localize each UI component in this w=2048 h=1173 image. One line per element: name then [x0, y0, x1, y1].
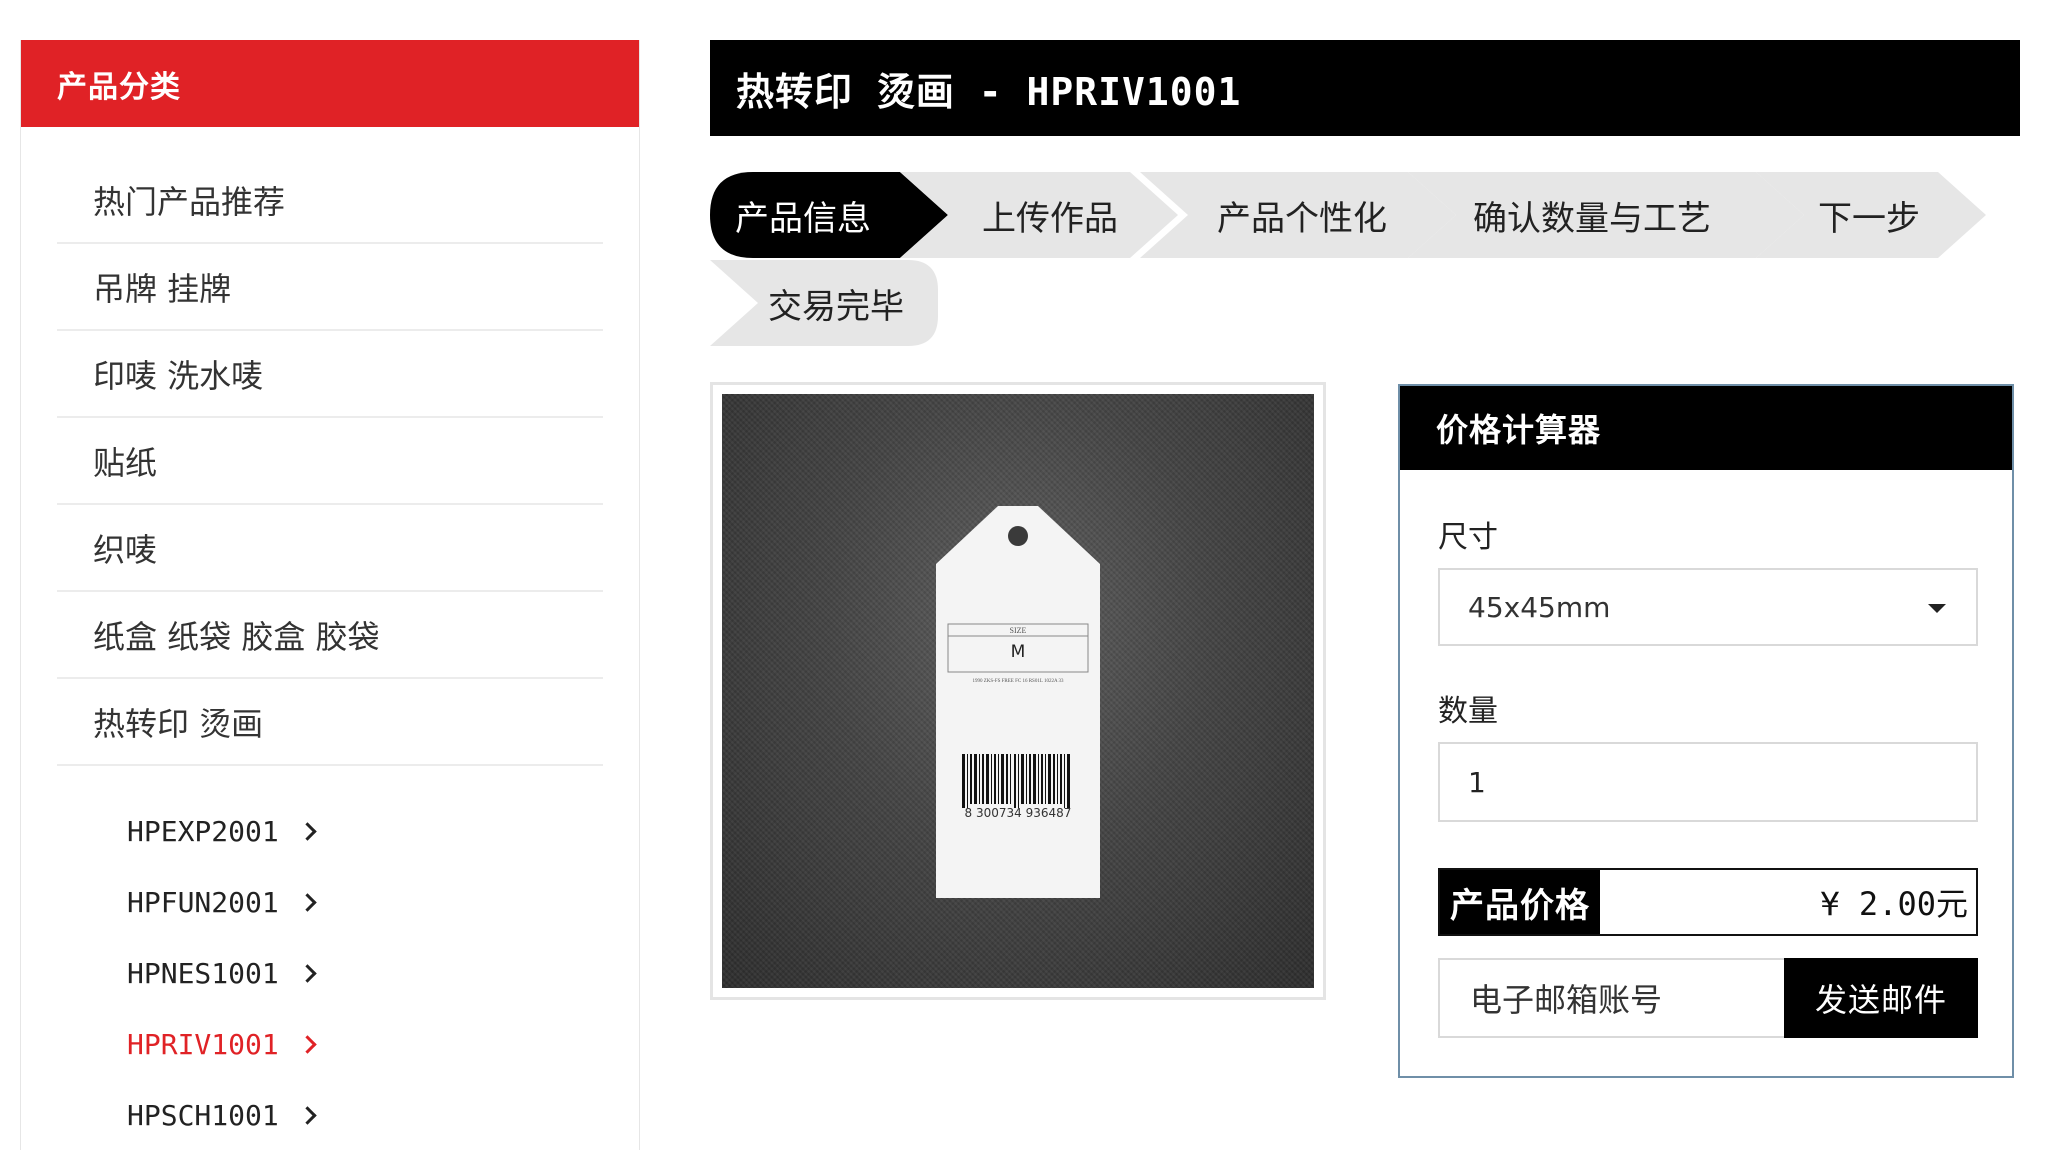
quantity-label: 数量 — [1438, 694, 1498, 729]
category-list: 热门产品推荐 吊牌 挂牌 印唛 洗水唛 贴纸 织唛 纸盒 纸袋 胶盒 胶袋 热转… — [21, 157, 639, 766]
quantity-input[interactable]: 1 — [1438, 742, 1978, 822]
barcode-number: 8 300734 936487 — [964, 806, 1072, 820]
step-label: 下一步 — [1818, 198, 1920, 239]
step-upload[interactable]: 上传作品 — [900, 172, 1178, 258]
price-value: ¥ 2.00元 — [1820, 885, 1968, 923]
step-confirm-quantity[interactable]: 确认数量与工艺 — [1408, 172, 1804, 258]
email-row: 电子邮箱账号 发送邮件 — [1438, 958, 1978, 1038]
chevron-right-icon — [298, 964, 317, 983]
step-label: 产品个性化 — [1217, 198, 1387, 239]
subcategory-label: HPRIV1001 — [127, 1028, 279, 1061]
chevron-right-icon — [298, 822, 317, 841]
step-label: 产品信息 — [735, 198, 871, 239]
price-display: 产品价格 ¥ 2.00元 — [1438, 868, 1978, 936]
category-item-hot[interactable]: 热门产品推荐 — [57, 157, 603, 244]
subcategory-item-active[interactable]: HPRIV1001 — [21, 1009, 639, 1080]
size-label: 尺寸 — [1438, 520, 1498, 555]
category-item-stickers[interactable]: 贴纸 — [57, 418, 603, 505]
subcategory-item[interactable]: HPNES1001 — [21, 938, 639, 1009]
page-title: 热转印 烫画 - HPRIV1001 — [710, 40, 2020, 136]
category-item-woven[interactable]: 织唛 — [57, 505, 603, 592]
step-next[interactable]: 下一步 — [1756, 172, 1986, 258]
size-select[interactable]: 45x45mm — [1438, 568, 1978, 646]
chevron-right-icon — [298, 893, 317, 912]
sidebar-title: 产品分类 — [21, 40, 639, 127]
category-item-heat-transfer[interactable]: 热转印 烫画 — [57, 679, 603, 766]
product-image-frame: SIZE M 1990 ZKS-FS FREE FC 16 RS01L 1022… — [710, 382, 1326, 1000]
subcategory-label: HPSCH1001 — [127, 1099, 279, 1132]
hang-tag-illustration: SIZE M 1990 ZKS-FS FREE FC 16 RS01L 1022… — [936, 506, 1100, 898]
step-complete[interactable]: 交易完毕 — [710, 260, 938, 346]
email-placeholder: 电子邮箱账号 — [1470, 981, 1663, 1019]
step-label: 上传作品 — [982, 198, 1118, 239]
subcategory-label: HPFUN2001 — [127, 886, 279, 919]
order-steps: 产品信息 上传作品 产品个性化 确认数量与工艺 下一步 交易完毕 — [710, 172, 2020, 348]
subcategory-item[interactable]: HPSCH1001 — [21, 1080, 639, 1151]
category-sidebar: 产品分类 热门产品推荐 吊牌 挂牌 印唛 洗水唛 贴纸 织唛 纸盒 纸袋 胶盒 … — [20, 40, 640, 1150]
step-label: 确认数量与工艺 — [1473, 198, 1711, 239]
tag-size-value: M — [1010, 642, 1026, 662]
product-photo: SIZE M 1990 ZKS-FS FREE FC 16 RS01L 1022… — [722, 394, 1314, 988]
subcategory-item[interactable]: HPEXP2001 — [21, 796, 639, 867]
calculator-title: 价格计算器 — [1400, 386, 2012, 470]
subcategory-list: HPEXP2001 HPFUN2001 HPNES1001 HPRIV1001 … — [21, 796, 639, 1151]
subcategory-label: HPEXP2001 — [127, 815, 279, 848]
price-label: 产品价格 — [1440, 870, 1600, 934]
subcategory-item[interactable]: HPFUN2001 — [21, 867, 639, 938]
chevron-down-icon — [1928, 604, 1946, 613]
tag-size-label: SIZE — [1009, 626, 1027, 635]
price-calculator: 价格计算器 尺寸 45x45mm 数量 1 产品价格 ¥ 2.00元 电子邮箱账… — [1398, 384, 2014, 1078]
subcategory-label: HPNES1001 — [127, 957, 279, 990]
category-item-hangtags[interactable]: 吊牌 挂牌 — [57, 244, 603, 331]
category-item-packaging[interactable]: 纸盒 纸袋 胶盒 胶袋 — [57, 592, 603, 679]
chevron-right-icon — [298, 1106, 317, 1125]
size-select-value: 45x45mm — [1468, 590, 1611, 624]
send-email-button[interactable]: 发送邮件 — [1784, 958, 1978, 1038]
email-input[interactable]: 电子邮箱账号 — [1438, 958, 1784, 1038]
chevron-right-icon — [298, 1035, 317, 1054]
step-label: 交易完毕 — [768, 286, 904, 327]
tag-fine-print: 1990 ZKS-FS FREE FC 16 RS01L 1022A 33 — [972, 679, 1064, 684]
quantity-value: 1 — [1468, 765, 1486, 799]
category-item-labels[interactable]: 印唛 洗水唛 — [57, 331, 603, 418]
